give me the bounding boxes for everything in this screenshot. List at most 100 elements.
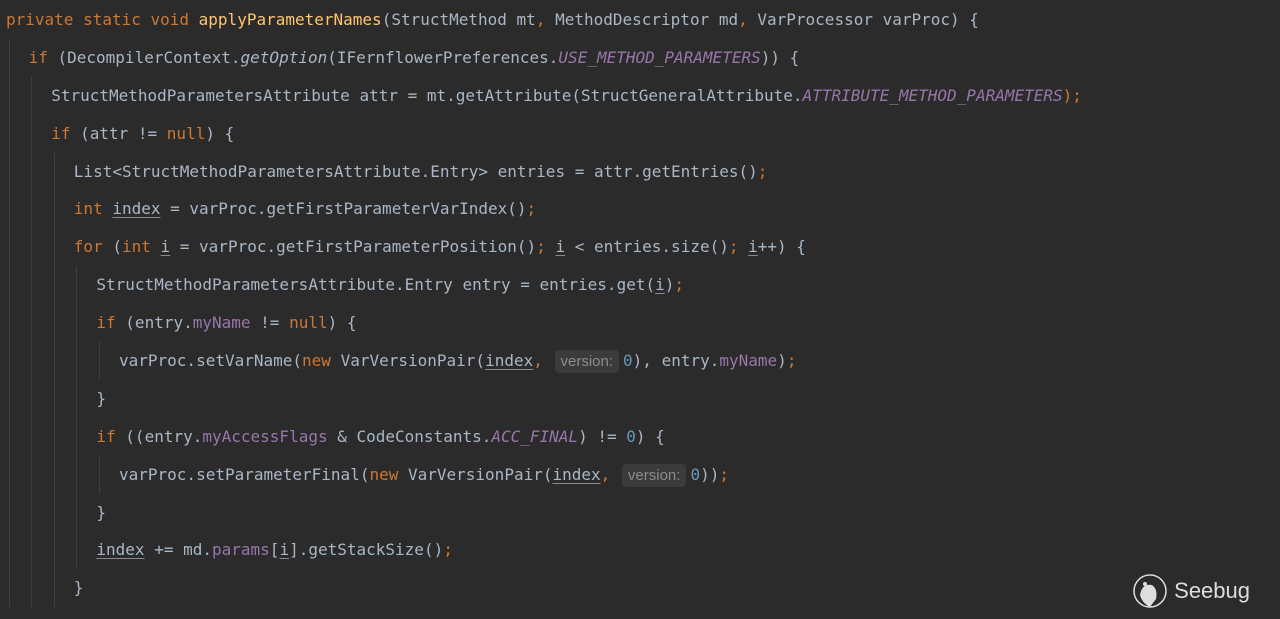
code-line[interactable]: private static void applyParameterNames(… <box>6 1 1082 39</box>
indent-guide <box>53 266 55 305</box>
indent-guide <box>31 114 33 153</box>
code-content: List<StructMethodParametersAttribute.Ent… <box>6 162 768 181</box>
code-line[interactable]: StructMethodParametersAttribute attr = m… <box>6 76 1082 115</box>
code-token: != <box>250 313 290 333</box>
code-token: applyParameterNames <box>198 10 382 29</box>
code-token: i <box>748 237 758 257</box>
indent-guide <box>8 531 10 570</box>
code-token: } <box>96 502 107 522</box>
code-token: ) <box>664 275 675 295</box>
indent-guide <box>8 114 10 153</box>
code-line[interactable]: } <box>6 569 1082 608</box>
indent-guide <box>31 266 33 305</box>
code-token: VarVersionPair( <box>407 464 553 484</box>
indent-guide <box>53 379 55 418</box>
code-line[interactable]: } <box>6 379 1082 418</box>
code-token: getOption <box>240 47 328 67</box>
code-line[interactable]: for (int i = varProc.getFirstParameterPo… <box>6 228 1082 267</box>
code-token: ) { <box>205 123 235 143</box>
code-content: if (DecompilerContext.getOption(IFernflo… <box>6 47 800 67</box>
code-token: if <box>51 123 81 143</box>
indent-guide <box>8 190 10 229</box>
code-token: ; <box>719 464 729 484</box>
code-line[interactable]: varProc.setVarName(new VarVersionPair(in… <box>6 342 1082 380</box>
code-token: ) != <box>578 426 627 446</box>
code-content: varProc.setVarName(new VarVersionPair(in… <box>6 350 796 374</box>
indent-guide <box>8 493 10 532</box>
code-token: (IFernflowerPreferences. <box>327 47 559 67</box>
code-token: new <box>302 351 341 371</box>
code-token: (entry. <box>125 313 193 333</box>
code-token: private static void <box>6 10 199 29</box>
code-token: params <box>212 540 270 560</box>
indent-guide <box>76 304 78 343</box>
code-token: VarProcessor varProc) { <box>757 10 979 29</box>
code-line[interactable]: StructMethodParametersAttribute.Entry en… <box>6 266 1082 305</box>
code-line[interactable]: if (entry.myName != null) { <box>6 304 1082 343</box>
indent-guide <box>31 152 33 191</box>
code-token: myName <box>192 313 251 333</box>
code-token: ), entry. <box>632 351 720 371</box>
indent-guide <box>53 228 55 267</box>
seebug-logo-icon <box>1133 574 1167 608</box>
code-token: = varProc.getFirstParameterPosition() <box>170 237 537 257</box>
code-line[interactable]: int index = varProc.getFirstParameterVar… <box>6 190 1082 229</box>
code-token: varProc.setVarName( <box>119 351 303 371</box>
code-token: ; <box>443 540 453 560</box>
code-token: i <box>160 237 171 257</box>
code-line[interactable]: if ((entry.myAccessFlags & CodeConstants… <box>6 417 1082 456</box>
code-line[interactable]: index += md.params[i].getStackSize(); <box>6 531 1082 570</box>
indent-guide <box>53 569 55 608</box>
code-token: = varProc.getFirstParameterVarIndex() <box>160 199 527 219</box>
code-token: myAccessFlags <box>202 426 328 446</box>
code-line[interactable]: varProc.setParameterFinal(new VarVersion… <box>6 455 1082 494</box>
indent-guide <box>8 417 10 456</box>
indent-guide <box>8 38 10 77</box>
code-line[interactable]: } <box>6 493 1082 532</box>
indent-guide <box>99 455 100 494</box>
indent-guide <box>76 342 78 380</box>
code-token: , <box>600 464 620 484</box>
code-token: )) <box>700 464 720 484</box>
code-token: int <box>73 199 113 219</box>
parameter-hint: version: <box>554 350 620 374</box>
code-token: if <box>96 426 126 446</box>
indent-guide <box>53 190 55 229</box>
code-content: StructMethodParametersAttribute.Entry en… <box>6 275 684 294</box>
code-line[interactable]: if (attr != null) { <box>6 114 1082 153</box>
code-token: ACC_FINAL <box>491 426 579 446</box>
code-line[interactable]: List<StructMethodParametersAttribute.Ent… <box>6 152 1082 191</box>
code-token: for <box>73 237 113 257</box>
indent-guide <box>76 379 78 418</box>
code-token: ; <box>526 199 537 219</box>
indent-guide <box>31 76 33 115</box>
indent-guide <box>53 417 55 456</box>
code-token: VarVersionPair( <box>340 351 486 371</box>
code-token: ((entry. <box>125 426 203 446</box>
indent-guide <box>76 493 78 532</box>
code-token: ++) { <box>757 237 806 257</box>
indent-guide <box>99 342 100 380</box>
code-token: )) { <box>760 47 800 67</box>
code-token: } <box>96 388 107 408</box>
indent-guide <box>31 417 33 456</box>
code-token: , <box>535 10 556 29</box>
parameter-hint: version: <box>621 463 687 487</box>
indent-guide <box>8 76 10 115</box>
code-token: USE_METHOD_PARAMETERS <box>558 47 761 67</box>
code-token: null <box>166 123 206 143</box>
code-token: 0 <box>626 426 636 446</box>
code-line[interactable]: if (DecompilerContext.getOption(IFernflo… <box>6 38 1082 77</box>
code-token: i <box>555 237 566 257</box>
code-editor[interactable]: private static void applyParameterNames(… <box>6 1 1082 608</box>
indent-guide <box>8 304 10 343</box>
indent-guide <box>8 569 10 608</box>
code-token: index <box>552 464 601 484</box>
indent-guide <box>76 455 78 494</box>
indent-guide <box>76 417 78 456</box>
code-token: (StructMethod mt <box>381 10 536 29</box>
code-content: StructMethodParametersAttribute attr = m… <box>6 86 1082 105</box>
code-content: for (int i = varProc.getFirstParameterPo… <box>6 237 806 256</box>
code-token: null <box>289 313 328 333</box>
indent-guide <box>53 493 55 532</box>
